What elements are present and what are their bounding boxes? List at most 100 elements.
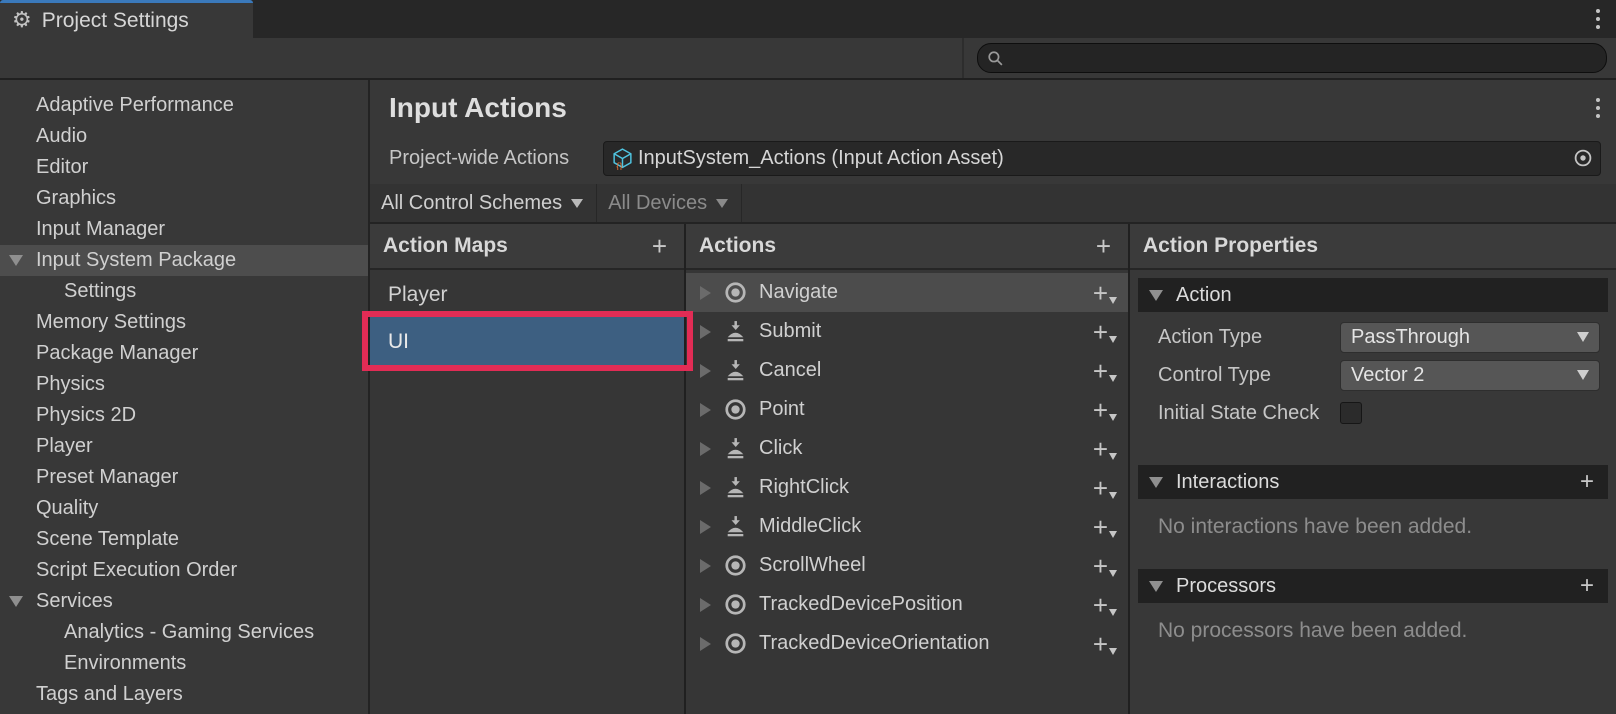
sidebar-item[interactable]: Tags and Layers — [0, 679, 368, 710]
add-binding-button[interactable]: + — [1093, 514, 1116, 540]
action-item[interactable]: Navigate + — [686, 273, 1128, 312]
foldout-triangle-icon[interactable] — [9, 255, 23, 266]
sidebar-item[interactable]: Adaptive Performance — [0, 90, 368, 121]
add-action-map-button[interactable]: + — [648, 233, 671, 259]
action-section-header[interactable]: Action — [1138, 278, 1608, 312]
action-item[interactable]: Point + — [686, 390, 1128, 429]
chevron-down-icon — [571, 199, 583, 208]
sidebar-item[interactable]: Editor — [0, 152, 368, 183]
foldout-triangle-icon — [1149, 290, 1163, 301]
action-item[interactable]: MiddleClick + — [686, 507, 1128, 546]
sidebar-item[interactable]: Memory Settings — [0, 307, 368, 338]
chevron-down-icon — [716, 199, 728, 208]
action-item[interactable]: Submit + — [686, 312, 1128, 351]
sidebar-item[interactable]: Physics 2D — [0, 400, 368, 431]
action-maps-list: Player UI — [370, 270, 684, 714]
expander-triangle-icon[interactable] — [700, 364, 711, 378]
action-item[interactable]: TrackedDevicePosition + — [686, 585, 1128, 624]
sidebar-item[interactable]: Player — [0, 431, 368, 462]
add-interaction-button[interactable]: + — [1577, 470, 1597, 494]
devices-label: All Devices — [608, 192, 707, 215]
add-processor-button[interactable]: + — [1577, 574, 1597, 598]
sidebar-item[interactable]: Settings — [0, 276, 368, 307]
expander-triangle-icon[interactable] — [700, 442, 711, 456]
search-box[interactable] — [977, 43, 1607, 73]
initial-state-check-label: Initial State Check — [1158, 402, 1340, 425]
expander-triangle-icon[interactable] — [700, 481, 711, 495]
action-label: Cancel — [759, 359, 821, 382]
sidebar-item-label: Environments — [64, 652, 186, 675]
expander-triangle-icon[interactable] — [700, 325, 711, 339]
project-wide-actions-object-field[interactable]: {} InputSystem_Actions (Input Action Ass… — [603, 141, 1601, 176]
add-binding-button[interactable]: + — [1093, 631, 1116, 657]
toolbar — [0, 38, 1616, 80]
action-map-item[interactable]: UI — [370, 317, 684, 367]
add-binding-button[interactable]: + — [1093, 397, 1116, 423]
interactions-section-header[interactable]: Interactions + — [1138, 465, 1608, 499]
expander-triangle-icon[interactable] — [700, 598, 711, 612]
action-type-dropdown[interactable]: PassThrough — [1340, 322, 1600, 353]
sidebar-item[interactable]: Preset Manager — [0, 462, 368, 493]
value-control-icon — [722, 397, 748, 422]
sidebar-item-label: Script Execution Order — [36, 559, 237, 582]
sidebar-item[interactable]: Analytics - Gaming Services — [0, 617, 368, 648]
sidebar-item-label: Graphics — [36, 187, 116, 210]
sidebar-item[interactable]: Input System Package — [0, 245, 368, 276]
asset-name: InputSystem_Actions (Input Action Asset) — [638, 147, 1569, 170]
action-item[interactable]: RightClick + — [686, 468, 1128, 507]
expander-triangle-icon[interactable] — [700, 520, 711, 534]
processors-section-header[interactable]: Processors + — [1138, 569, 1608, 603]
action-item[interactable]: TrackedDeviceOrientation + — [686, 624, 1128, 663]
add-binding-button[interactable]: + — [1093, 592, 1116, 618]
add-binding-button[interactable]: + — [1093, 319, 1116, 345]
sidebar-item-label: Analytics - Gaming Services — [64, 621, 314, 644]
expander-triangle-icon[interactable] — [700, 559, 711, 573]
sidebar-item[interactable]: Services — [0, 586, 368, 617]
sidebar-item[interactable]: Scene Template — [0, 524, 368, 555]
add-binding-button[interactable]: + — [1093, 358, 1116, 384]
panel-menu-kebab-icon[interactable] — [1596, 98, 1600, 118]
sidebar-item[interactable]: Graphics — [0, 183, 368, 214]
sidebar-item[interactable]: Quality — [0, 493, 368, 524]
add-binding-button[interactable]: + — [1093, 280, 1116, 306]
sidebar-item[interactable]: Input Manager — [0, 214, 368, 245]
sidebar-item-label: Package Manager — [36, 342, 198, 365]
foldout-triangle-icon[interactable] — [9, 596, 23, 607]
search-input[interactable] — [1011, 49, 1597, 67]
tab-project-settings[interactable]: ⚙ Project Settings — [0, 0, 253, 38]
initial-state-checkbox[interactable] — [1340, 402, 1362, 424]
add-binding-button[interactable]: + — [1093, 475, 1116, 501]
sidebar-item[interactable]: Script Execution Order — [0, 555, 368, 586]
action-item[interactable]: ScrollWheel + — [686, 546, 1128, 585]
value-control-icon — [722, 280, 748, 305]
sidebar-item-label: Adaptive Performance — [36, 94, 234, 117]
add-action-button[interactable]: + — [1092, 233, 1115, 259]
object-picker-icon[interactable] — [1573, 148, 1593, 168]
devices-dropdown[interactable]: All Devices — [597, 184, 742, 222]
control-schemes-dropdown[interactable]: All Control Schemes — [370, 184, 597, 222]
sidebar-item[interactable]: Package Manager — [0, 338, 368, 369]
action-item[interactable]: Click + — [686, 429, 1128, 468]
button-control-icon — [722, 475, 748, 500]
expander-triangle-icon[interactable] — [700, 637, 711, 651]
control-type-dropdown[interactable]: Vector 2 — [1340, 360, 1600, 391]
sidebar-item-label: Player — [36, 435, 93, 458]
button-control-icon — [722, 436, 748, 461]
action-map-item[interactable]: Player — [370, 273, 684, 317]
sidebar-item-label: Settings — [64, 280, 136, 303]
interactions-section-title: Interactions — [1176, 471, 1279, 494]
scheme-bar: All Control Schemes All Devices — [370, 184, 1616, 224]
sidebar-item[interactable]: Audio — [0, 121, 368, 152]
expander-triangle-icon[interactable] — [700, 403, 711, 417]
project-wide-actions-label: Project-wide Actions — [379, 147, 603, 170]
window-menu-kebab-icon[interactable] — [1596, 9, 1600, 29]
add-binding-button[interactable]: + — [1093, 436, 1116, 462]
add-binding-button[interactable]: + — [1093, 553, 1116, 579]
action-maps-header: Action Maps — [383, 234, 508, 258]
gear-icon: ⚙ — [12, 10, 32, 32]
sidebar-item[interactable]: Physics — [0, 369, 368, 400]
expander-triangle-icon[interactable] — [700, 286, 711, 300]
sidebar-item-label: Memory Settings — [36, 311, 186, 334]
action-item[interactable]: Cancel + — [686, 351, 1128, 390]
sidebar-item[interactable]: Environments — [0, 648, 368, 679]
